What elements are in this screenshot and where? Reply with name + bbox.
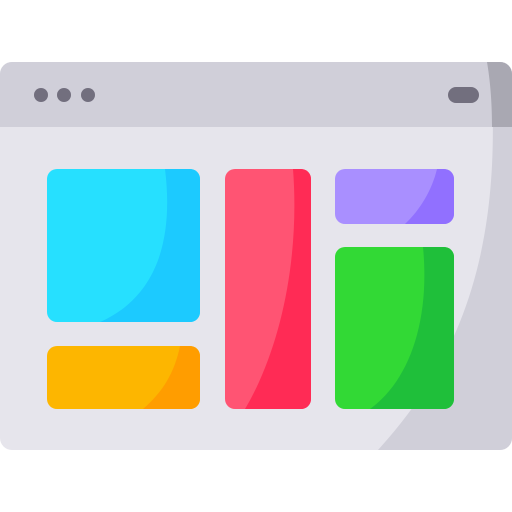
orange-block: [47, 346, 200, 409]
window-dot-1[interactable]: [34, 88, 48, 102]
window-dot-3[interactable]: [81, 88, 95, 102]
red-block: [225, 169, 311, 409]
window-dot-2[interactable]: [57, 88, 71, 102]
titlebar: [0, 62, 512, 127]
purple-block: [335, 169, 454, 224]
window-dots-icon[interactable]: [34, 88, 95, 102]
window-pill-icon[interactable]: [448, 87, 479, 103]
layout-illustration: [0, 0, 512, 512]
green-block: [335, 247, 454, 409]
cyan-block: [47, 169, 200, 322]
browser-window-graphic: [0, 62, 512, 450]
